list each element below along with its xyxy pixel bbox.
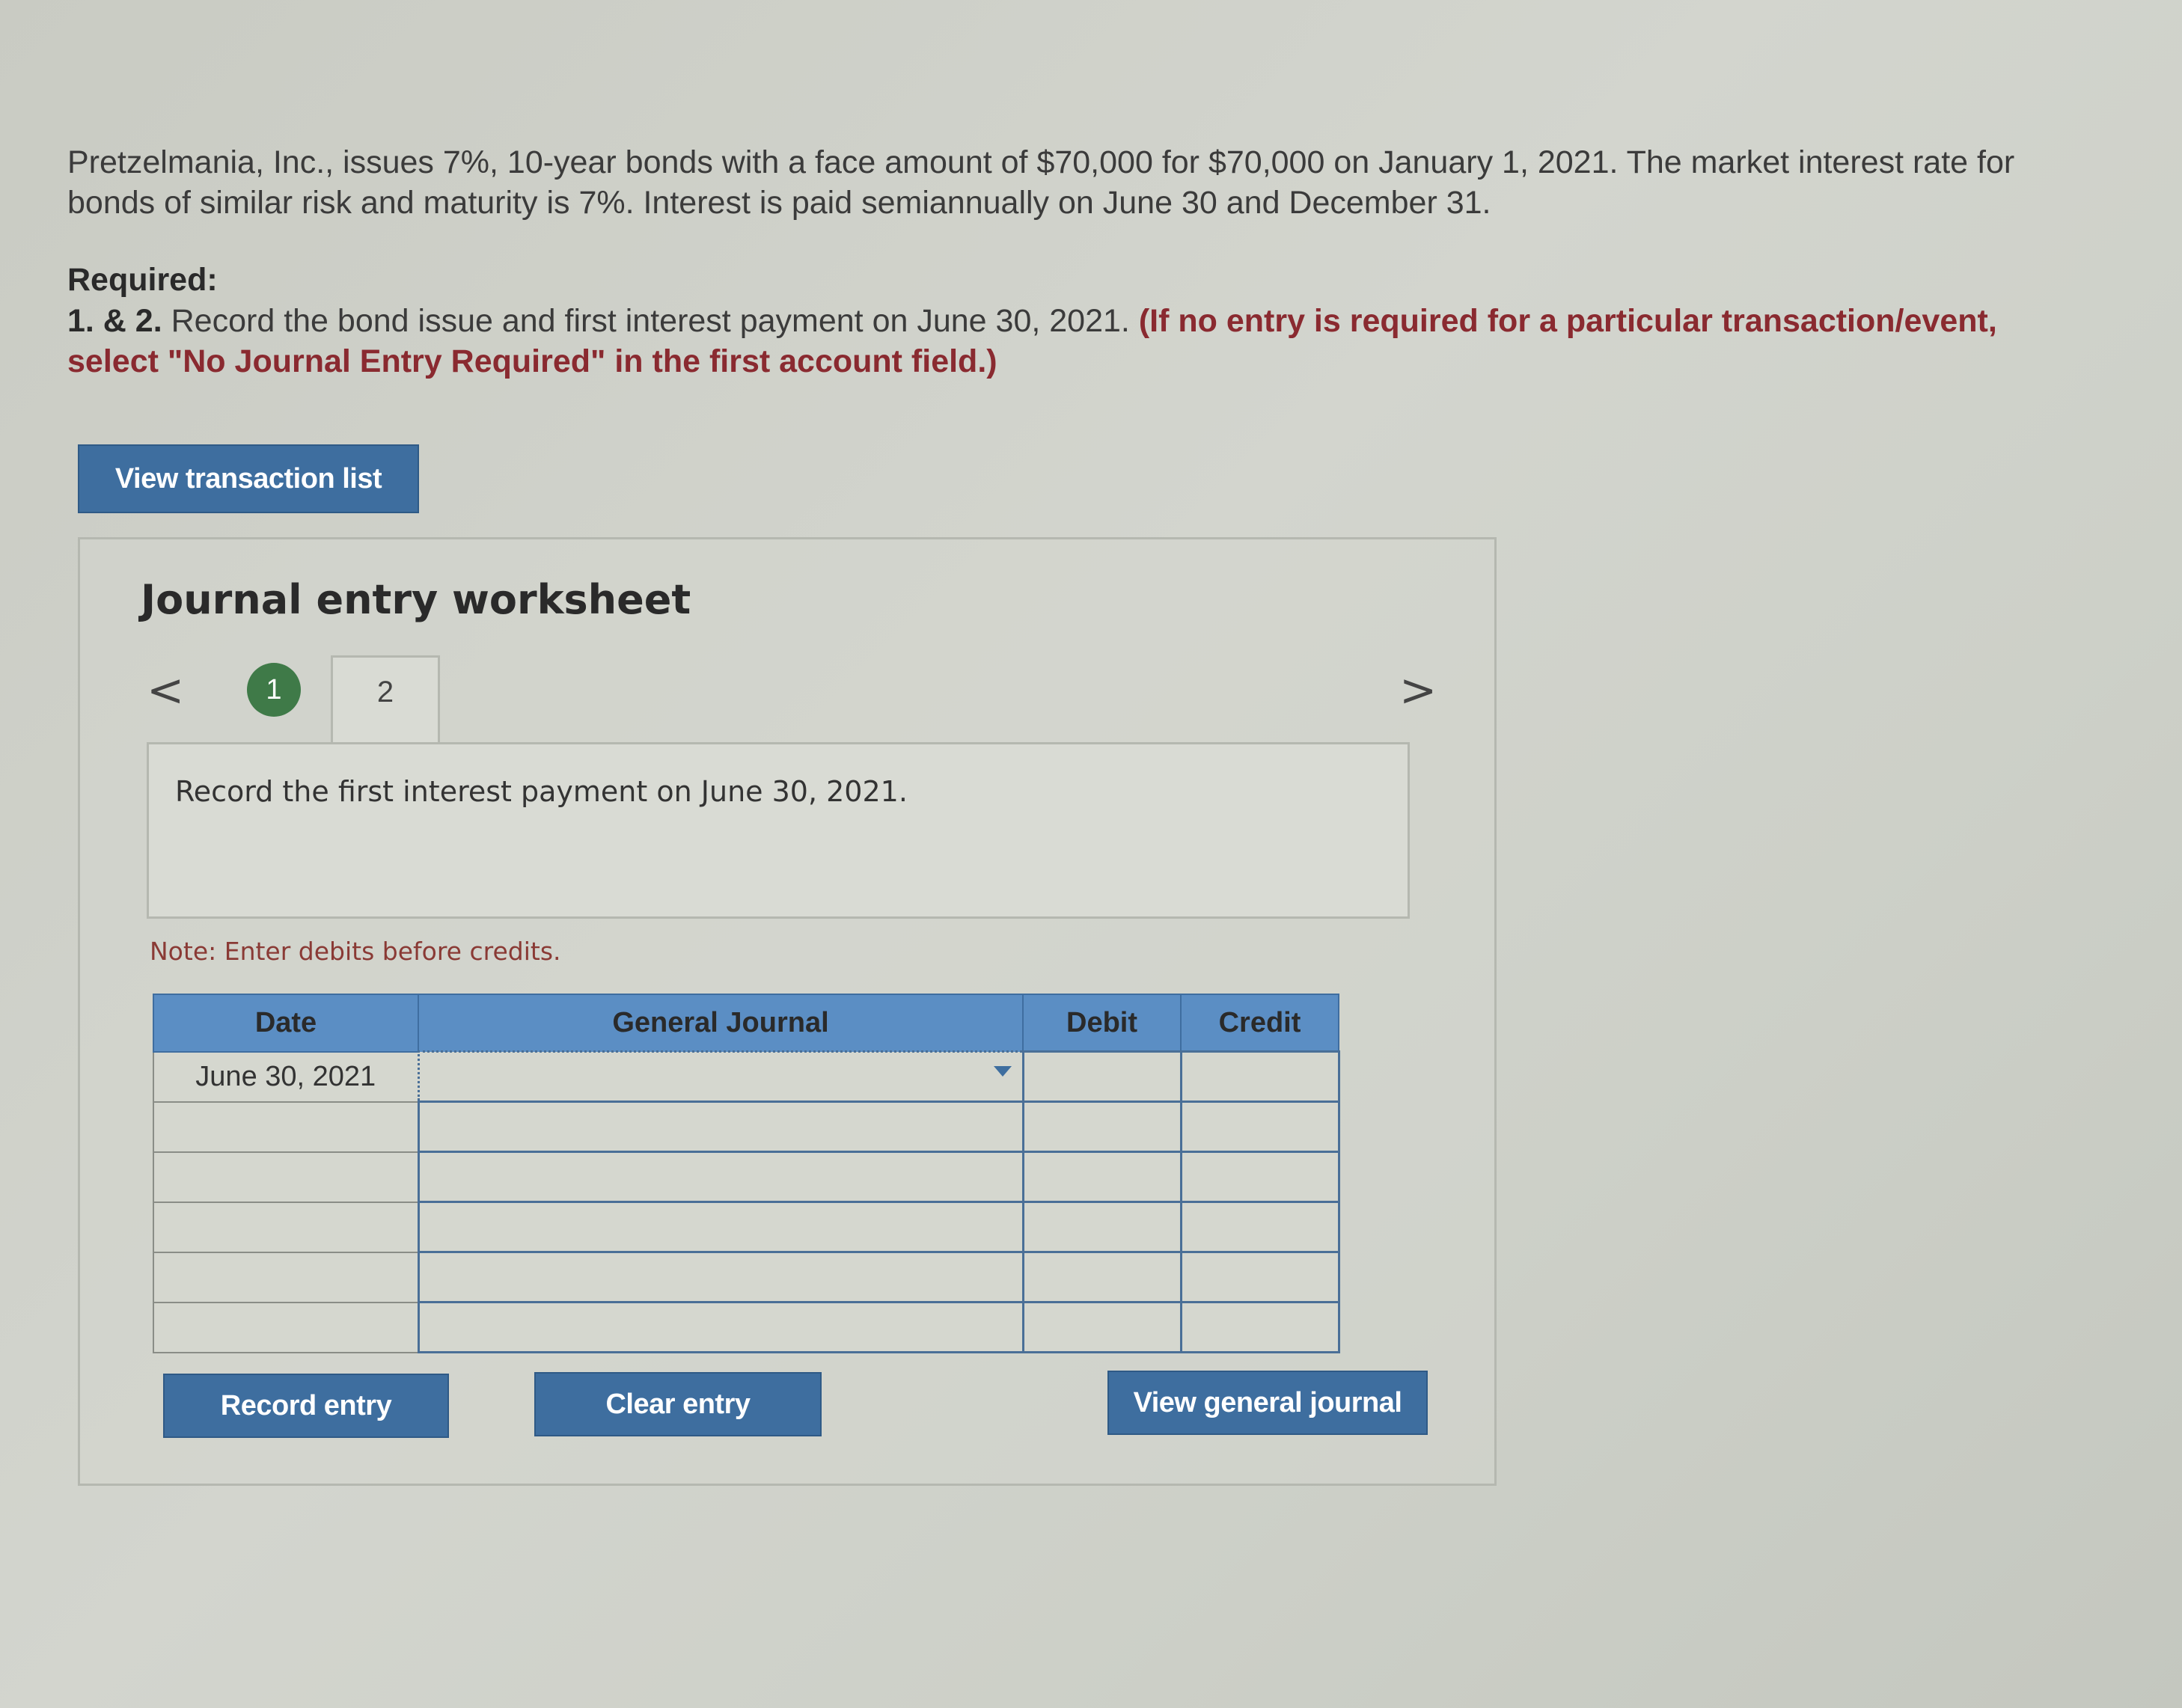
account-dropdown[interactable] bbox=[417, 1251, 1024, 1303]
required-text: 1. & 2. Record the bond issue and first … bbox=[67, 301, 2088, 382]
table-row bbox=[153, 1301, 1340, 1353]
date-cell bbox=[153, 1101, 419, 1153]
debit-input[interactable] bbox=[1021, 1050, 1182, 1103]
credit-input[interactable] bbox=[1179, 1050, 1340, 1103]
credit-input[interactable] bbox=[1179, 1101, 1340, 1153]
view-transaction-list-button[interactable]: View transaction list bbox=[78, 444, 419, 513]
date-cell bbox=[153, 1201, 419, 1253]
chevron-left-icon[interactable]: < bbox=[147, 664, 184, 717]
dropdown-arrow-icon[interactable] bbox=[993, 1066, 1012, 1077]
debit-input[interactable] bbox=[1021, 1301, 1182, 1353]
problem-statement: Pretzelmania, Inc., issues 7%, 10-year b… bbox=[67, 144, 2015, 221]
date-cell bbox=[153, 1151, 419, 1203]
header-debit: Debit bbox=[1022, 994, 1182, 1053]
debit-input[interactable] bbox=[1021, 1251, 1182, 1303]
clear-entry-button[interactable]: Clear entry bbox=[534, 1372, 822, 1436]
required-description: Record the bond issue and first interest… bbox=[171, 303, 1130, 339]
table-row bbox=[153, 1201, 1340, 1253]
table-row: June 30, 2021 bbox=[153, 1050, 1340, 1103]
credit-input[interactable] bbox=[1179, 1251, 1340, 1303]
note-text: Note: Enter debits before credits. bbox=[150, 937, 561, 966]
date-cell bbox=[153, 1301, 419, 1353]
debit-input[interactable] bbox=[1021, 1201, 1182, 1253]
header-credit: Credit bbox=[1180, 994, 1339, 1053]
account-dropdown[interactable] bbox=[417, 1201, 1024, 1253]
debit-input[interactable] bbox=[1021, 1101, 1182, 1153]
header-date: Date bbox=[153, 994, 419, 1053]
step-tab-2[interactable]: 2 bbox=[331, 655, 440, 745]
step-tab-1[interactable]: 1 bbox=[247, 663, 301, 717]
credit-input[interactable] bbox=[1179, 1151, 1340, 1203]
header-general-journal: General Journal bbox=[418, 994, 1024, 1053]
credit-input[interactable] bbox=[1179, 1201, 1340, 1253]
required-heading: Required: bbox=[67, 262, 218, 298]
account-dropdown[interactable] bbox=[417, 1151, 1024, 1203]
view-general-journal-button[interactable]: View general journal bbox=[1107, 1371, 1428, 1435]
required-number: 1. & 2. bbox=[67, 303, 162, 339]
account-dropdown[interactable] bbox=[417, 1301, 1024, 1353]
table-row bbox=[153, 1151, 1340, 1203]
table-row bbox=[153, 1101, 1340, 1153]
account-dropdown[interactable] bbox=[417, 1101, 1024, 1153]
date-cell: June 30, 2021 bbox=[153, 1050, 419, 1103]
instruction-panel bbox=[147, 742, 1410, 919]
worksheet-title: Journal entry worksheet bbox=[141, 576, 691, 623]
account-dropdown[interactable] bbox=[417, 1050, 1024, 1103]
table-row bbox=[153, 1251, 1340, 1303]
debit-input[interactable] bbox=[1021, 1151, 1182, 1203]
journal-table: Date General Journal Debit Credit June 3… bbox=[153, 994, 1340, 1353]
credit-input[interactable] bbox=[1179, 1301, 1340, 1353]
record-entry-button[interactable]: Record entry bbox=[163, 1374, 449, 1438]
journal-header-row: Date General Journal Debit Credit bbox=[153, 994, 1339, 1053]
instruction-text: Record the first interest payment on Jun… bbox=[175, 775, 908, 808]
chevron-right-icon[interactable]: > bbox=[1399, 664, 1437, 717]
date-cell bbox=[153, 1251, 419, 1303]
